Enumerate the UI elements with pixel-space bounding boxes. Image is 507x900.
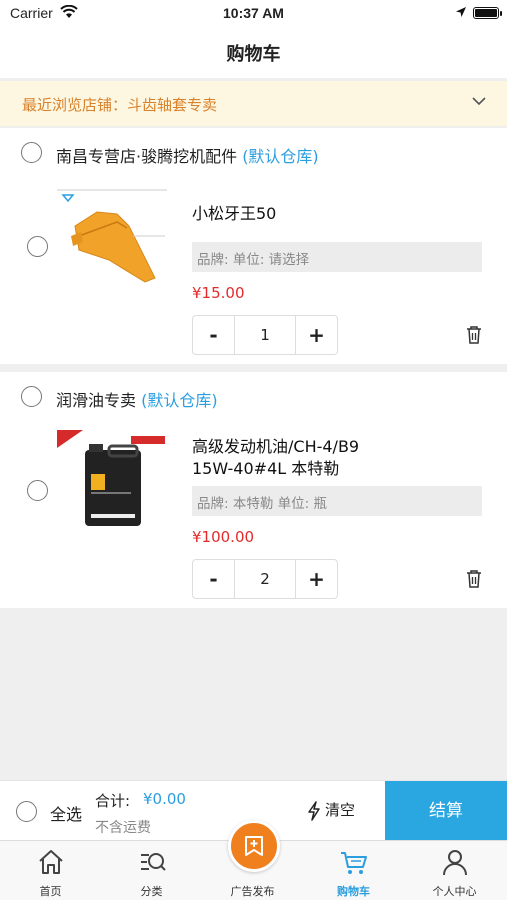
lightning-icon[interactable] — [307, 801, 321, 821]
clock: 10:37 AM — [223, 5, 284, 21]
product-spec[interactable]: 品牌: 本特勒 单位: 瓶 — [192, 486, 482, 516]
recent-store-banner[interactable]: 最近浏览店铺：斗齿轴套专卖 — [0, 80, 507, 126]
tab-cart[interactable]: 购物车 — [303, 841, 404, 900]
person-icon — [443, 850, 467, 876]
category-search-icon — [141, 853, 166, 871]
clear-button[interactable]: 清空 — [325, 799, 355, 820]
home-icon — [39, 850, 63, 874]
store-name-label: 润滑油专卖 — [56, 391, 137, 410]
quantity-stepper: - 1 + — [192, 315, 338, 355]
product-price: ¥15.00 — [192, 284, 245, 302]
battery-cap — [500, 11, 502, 16]
decrease-button[interactable]: - — [193, 560, 235, 598]
tab-home-label: 首页 — [39, 885, 62, 898]
shipping-note: 不含运费 — [95, 820, 151, 836]
product-price: ¥100.00 — [192, 528, 255, 546]
publish-icon — [245, 836, 263, 856]
store-name[interactable]: 润滑油专卖 (默认仓库) — [56, 387, 218, 411]
tab-category-label: 分类 — [140, 885, 163, 898]
tab-publish-label: 广告发布 — [230, 885, 275, 898]
increase-button[interactable]: + — [295, 560, 337, 598]
product-name-text: 高级发动机油/CH-4/B9 15W-40#4L 本特勒 — [192, 437, 360, 478]
trash-icon[interactable] — [465, 569, 483, 589]
battery-icon — [473, 7, 499, 19]
tab-category[interactable]: 分类 — [101, 841, 202, 900]
item-select-radio[interactable] — [27, 236, 48, 257]
store-select-radio[interactable] — [21, 142, 42, 163]
total-label: 合计: — [95, 792, 131, 810]
product-image-engine-oil[interactable] — [57, 430, 167, 530]
store-section: 润滑油专卖 (默认仓库) 高级发动机油/CH-4/B9 15W-40#4L 本特… — [0, 372, 507, 608]
increase-button[interactable]: + — [295, 316, 337, 354]
store-section: 南昌专营店·骏腾挖机配件 (默认仓库) 小松牙王50 品牌: 单位: 请选择 ¥… — [0, 128, 507, 364]
product-name[interactable]: 高级发动机油/CH-4/B9 15W-40#4L 本特勒 — [192, 436, 392, 480]
trash-icon[interactable] — [465, 325, 483, 345]
location-arrow-icon — [456, 7, 466, 17]
tab-home[interactable]: 首页 — [0, 841, 101, 900]
store-select-radio[interactable] — [21, 386, 42, 407]
status-bar: Carrier 10:37 AM — [0, 0, 507, 28]
total-value: ¥0.00 — [143, 790, 186, 808]
tab-profile-label: 个人中心 — [432, 885, 477, 898]
default-warehouse-label: (默认仓库) — [242, 147, 319, 166]
quantity-stepper: - 2 + — [192, 559, 338, 599]
page-title: 购物车 — [226, 44, 281, 65]
nav-bar: 购物车 — [0, 28, 507, 78]
recent-store-text: 最近浏览店铺：斗齿轴套专卖 — [22, 96, 218, 114]
store-name-label: 南昌专营店·骏腾挖机配件 — [56, 147, 238, 166]
product-name[interactable]: 小松牙王50 — [192, 203, 276, 225]
select-all-radio[interactable] — [16, 801, 37, 822]
select-all-label[interactable]: 全选 — [50, 801, 82, 825]
product-spec[interactable]: 品牌: 单位: 请选择 — [192, 242, 482, 272]
item-select-radio[interactable] — [27, 480, 48, 501]
chevron-down-icon[interactable] — [471, 96, 487, 106]
quantity-value[interactable]: 2 — [235, 560, 295, 598]
tab-profile[interactable]: 个人中心 — [404, 841, 505, 900]
checkout-button[interactable]: 结算 — [385, 781, 507, 841]
default-warehouse-label: (默认仓库) — [141, 391, 218, 410]
store-name[interactable]: 南昌专营店·骏腾挖机配件 (默认仓库) — [56, 143, 319, 167]
product-image-bucket-tooth[interactable] — [57, 186, 167, 286]
cart-icon — [341, 852, 367, 874]
tab-cart-label: 购物车 — [337, 885, 370, 898]
decrease-button[interactable]: - — [193, 316, 235, 354]
quantity-value[interactable]: 1 — [235, 316, 295, 354]
publish-ad-button[interactable] — [228, 820, 280, 872]
